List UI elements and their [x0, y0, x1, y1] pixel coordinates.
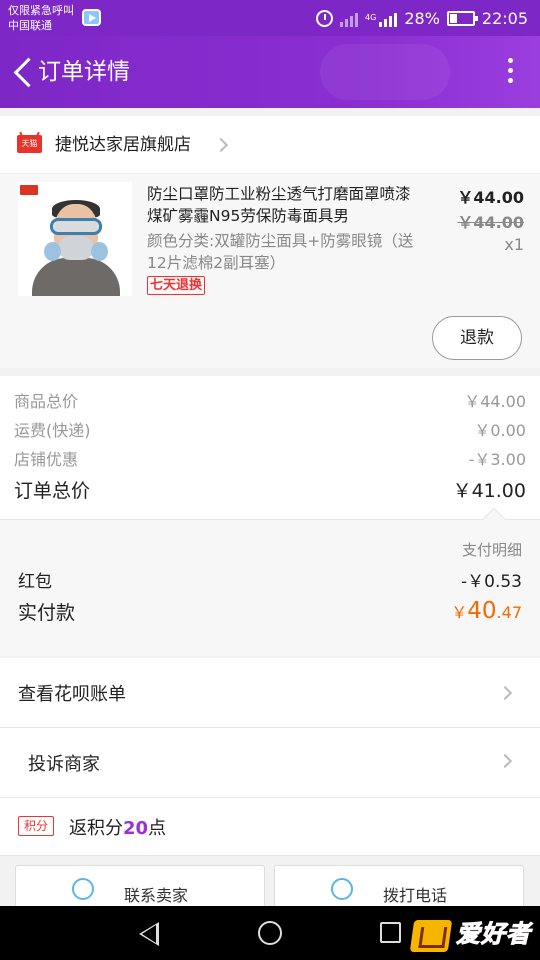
- store-name[interactable]: 捷悦达家居旗舰店: [55, 133, 191, 157]
- contact-seller-label: 联系卖家: [124, 886, 189, 905]
- carrier-emergency: 仅限紧急呼叫: [8, 4, 74, 17]
- summary-row: 店铺优惠 -￥3.00: [14, 446, 526, 474]
- store-row[interactable]: 天猫 捷悦达家居旗舰店: [0, 116, 540, 174]
- huabei-bill-label[interactable]: 查看花呗账单: [18, 680, 126, 706]
- actual-payment-row: 实付款 ￥40.47: [18, 598, 522, 625]
- product-image-filter-right: [91, 242, 108, 261]
- chevron-right-icon: [497, 685, 513, 701]
- actual-payment-label: 实付款: [18, 602, 76, 624]
- status-bar: 仅限紧急呼叫 中国联通 4G 28% 22:05: [0, 0, 540, 36]
- battery-icon: [446, 10, 478, 26]
- product-image-mask: [58, 236, 94, 260]
- refund-button[interactable]: 退款: [432, 316, 522, 360]
- chat-icon: [72, 878, 94, 900]
- order-total-row: 订单总价 ￥41.00: [14, 476, 526, 504]
- product-spec: 颜色分类:双罐防尘面具+防雾眼镜（送12片滤棉2副耳塞）: [147, 232, 414, 272]
- page-title: 订单详情: [38, 59, 130, 85]
- summary-label: 运费(快递): [14, 421, 91, 440]
- product-original-price: ￥44.00: [457, 213, 524, 232]
- call-seller-button[interactable]: 拨打电话: [274, 865, 524, 906]
- payment-details: 支付明细 红包 -￥0.53 实付款 ￥40.47: [0, 507, 540, 656]
- points-badge: 积分: [18, 816, 54, 836]
- app-bar: 订单详情: [0, 36, 540, 108]
- signal-sim1-icon: [340, 9, 359, 27]
- watermark-logo: 爱好者: [409, 914, 534, 952]
- product-title[interactable]: 防尘口罩防工业粉尘透气打磨面罩喷漆煤矿雾霾N95劳保防毒面具男: [147, 183, 425, 227]
- order-total-value: ￥41.00: [452, 480, 526, 502]
- product-image-body: [32, 258, 120, 296]
- status-icons: 4G 28% 22:05: [316, 7, 528, 29]
- order-total-label: 订单总价: [14, 480, 91, 502]
- summary-value: ￥44.00: [464, 392, 526, 411]
- complain-seller-label[interactable]: 投诉商家: [28, 750, 100, 776]
- carrier-name: 中国联通: [8, 19, 52, 32]
- complain-seller-row[interactable]: 投诉商家: [0, 728, 540, 798]
- signal-sim2-icon: [379, 9, 398, 27]
- clock: 22:05: [481, 8, 528, 28]
- actual-payment-value: ￥40.47: [451, 598, 522, 624]
- product-image-filter-left: [44, 242, 61, 261]
- more-menu-icon[interactable]: [506, 58, 514, 86]
- points-row: 积分 返积分20点: [0, 798, 540, 856]
- red-packet-row: 红包 -￥0.53: [18, 567, 522, 592]
- product-item[interactable]: 防尘口罩防工业粉尘透气打磨面罩喷漆煤矿雾霾N95劳保防毒面具男 颜色分类:双罐防…: [0, 174, 540, 368]
- video-app-icon: [82, 9, 101, 26]
- product-image-logo: [20, 185, 38, 195]
- watermark-text: 爱好者: [456, 920, 531, 949]
- nav-back-icon[interactable]: [139, 922, 159, 946]
- summary-label: 店铺优惠: [14, 450, 79, 469]
- tmall-icon: 天猫: [17, 135, 42, 153]
- product-price: ￥44.00: [457, 188, 524, 207]
- points-suffix: 点: [148, 818, 167, 839]
- chevron-right-icon: [497, 753, 513, 769]
- summary-label: 商品总价: [14, 392, 79, 411]
- points-prefix: 返积分: [69, 818, 123, 839]
- phone-icon: [331, 878, 353, 900]
- bottom-actions: 联系卖家 拨打电话: [0, 856, 540, 906]
- carrier-info: 仅限紧急呼叫 中国联通: [8, 3, 74, 33]
- summary-row: 运费(快递) ￥0.00: [14, 417, 526, 445]
- contact-seller-button[interactable]: 联系卖家: [15, 865, 265, 906]
- nav-home-icon[interactable]: [258, 921, 282, 945]
- amount-decimal: .47: [496, 603, 522, 622]
- alarm-icon: [316, 9, 334, 27]
- seven-day-return-badge: 七天退换: [147, 276, 206, 295]
- summary-value: ￥0.00: [474, 421, 526, 440]
- payment-detail-heading: 支付明细: [461, 541, 522, 559]
- call-seller-label: 拨打电话: [383, 886, 448, 905]
- amount-integer: 40: [467, 598, 497, 624]
- nav-recent-apps-icon[interactable]: [380, 922, 401, 943]
- network-type: 4G: [365, 13, 377, 22]
- product-image-goggles: [50, 218, 102, 235]
- points-amount: 20: [123, 818, 149, 839]
- order-summary: 商品总价 ￥44.00 运费(快递) ￥0.00 店铺优惠 -￥3.00 订单总…: [0, 376, 540, 520]
- chevron-right-icon: [213, 137, 229, 153]
- battery-percent: 28%: [404, 8, 440, 28]
- header-decoration: [320, 44, 450, 100]
- red-packet-value: -￥0.53: [461, 572, 522, 592]
- summary-row: 商品总价 ￥44.00: [14, 388, 526, 416]
- summary-value: -￥3.00: [468, 450, 526, 469]
- product-image[interactable]: [18, 182, 132, 296]
- back-arrow-icon[interactable]: [12, 58, 32, 86]
- currency-symbol: ￥: [451, 603, 468, 622]
- red-packet-label: 红包: [18, 572, 52, 592]
- watermark-mark-icon: [409, 920, 453, 952]
- huabei-bill-row[interactable]: 查看花呗账单: [0, 658, 540, 728]
- points-text: 返积分20点: [69, 814, 166, 840]
- product-quantity: x1: [504, 235, 524, 254]
